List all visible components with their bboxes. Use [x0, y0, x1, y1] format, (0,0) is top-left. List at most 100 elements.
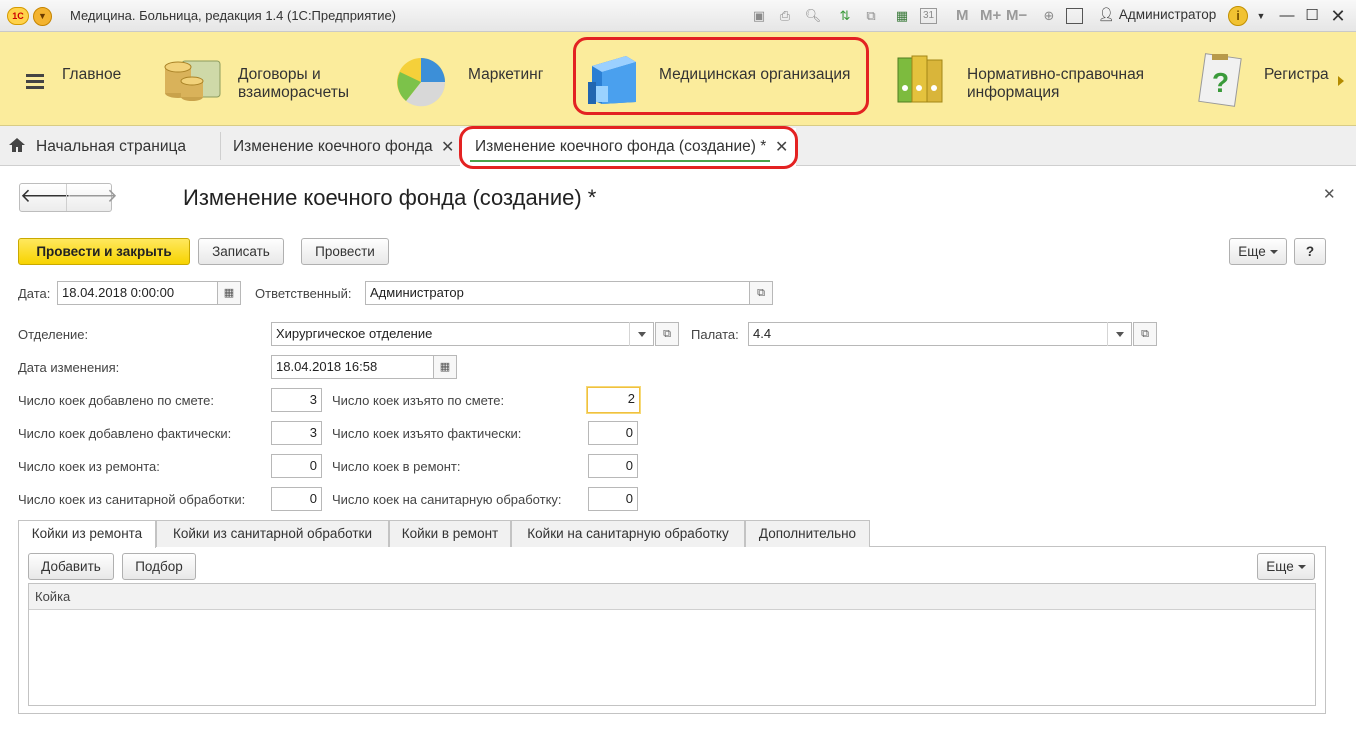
info-dropdown-icon[interactable]: ▼ [1252, 7, 1270, 25]
form-close-icon[interactable]: ✕ [1323, 185, 1336, 203]
tab-additional[interactable]: Дополнительно [745, 520, 870, 547]
added-actual-field[interactable]: 3 [271, 421, 322, 445]
memory-minus-button[interactable]: M− [1006, 7, 1027, 24]
added-actual-label: Число коек добавлено фактически: [18, 426, 232, 441]
pie-chart-icon [397, 58, 446, 107]
home-icon [9, 138, 25, 152]
from-repair-label: Число коек из ремонта: [18, 459, 160, 474]
responsible-field[interactable]: Администратор [365, 281, 750, 305]
more-button[interactable]: Еще [1229, 238, 1287, 265]
forward-arrow-icon[interactable]: 🡒 [67, 184, 118, 211]
post-and-close-button[interactable]: Провести и закрыть [18, 238, 190, 265]
clipboard-question-icon: ? [1198, 53, 1242, 107]
tab-bed-fund-change[interactable]: Изменение коечного фонда [233, 138, 433, 156]
main-menu-icon[interactable]: ▼ [33, 7, 52, 26]
info-icon[interactable]: i [1228, 6, 1248, 26]
preview-icon[interactable]: 🔍︎ [804, 7, 822, 25]
ward-field[interactable]: 4.4 [748, 322, 1132, 346]
date-field[interactable]: 18.04.2018 0:00:00 [57, 281, 218, 305]
highlight-medical-organization [573, 37, 869, 115]
user-name: Администратор [1118, 7, 1217, 22]
coins-icon [164, 60, 221, 101]
to-repair-field[interactable]: 0 [588, 454, 638, 478]
to-sanitary-field[interactable]: 0 [588, 487, 638, 511]
from-sanitary-field[interactable]: 0 [271, 487, 322, 511]
form-title: Изменение коечного фонда (создание) * [183, 185, 597, 210]
date-label: Дата: [18, 286, 51, 301]
favorites-icon[interactable]: ⧉ [862, 7, 880, 25]
column-header-bed[interactable]: Койка [29, 584, 1315, 610]
svg-text:?: ? [1212, 67, 1229, 98]
save-icon[interactable]: ▣ [750, 7, 768, 25]
table-more-caret-icon [1297, 565, 1306, 569]
panel-toggle-icon[interactable] [1066, 8, 1083, 24]
department-open-icon[interactable]: ⧉ [655, 322, 679, 346]
tab-home[interactable]: Начальная страница [8, 137, 186, 161]
tab-beds-from-sanitary[interactable]: Койки из санитарной обработки [156, 520, 389, 547]
section-main[interactable]: Главное [62, 66, 121, 84]
ward-label: Палата: [691, 327, 739, 342]
table-more-label: Еще [1266, 559, 1294, 574]
tab-beds-to-sanitary[interactable]: Койки на санитарную обработку [511, 520, 745, 547]
history-nav: 🡐 🡒 [19, 183, 118, 212]
section-contracts[interactable]: Договоры и взаиморасчеты [238, 66, 378, 102]
beds-table[interactable]: Койка [28, 583, 1316, 706]
ward-dropdown-icon[interactable] [1107, 322, 1131, 346]
from-sanitary-label: Число коек из санитарной обработки: [18, 492, 246, 507]
memory-m-button[interactable]: M [956, 7, 969, 24]
print-icon[interactable]: ⎙ [776, 7, 794, 25]
to-sanitary-label: Число коек на санитарную обработку: [332, 492, 562, 507]
change-date-label: Дата изменения: [18, 360, 120, 375]
post-button[interactable]: Провести [301, 238, 389, 265]
department-dropdown-icon[interactable] [629, 322, 653, 346]
tab-close-icon[interactable]: ✕ [441, 137, 454, 157]
section-registers[interactable]: Регистра [1264, 66, 1340, 84]
window-titlebar: 1С ▼ Медицина. Больница, редакция 1.4 (1… [0, 0, 1356, 32]
calendar-icon[interactable]: 31 [920, 8, 937, 24]
tab-separator [220, 132, 221, 160]
removed-by-estimate-label: Число коек изъято по смете: [332, 393, 505, 408]
save-button[interactable]: Записать [198, 238, 284, 265]
tab-beds-from-repair[interactable]: Койки из ремонта [18, 520, 156, 548]
responsible-label: Ответственный: [255, 286, 352, 301]
removed-actual-field[interactable]: 0 [588, 421, 638, 445]
department-label: Отделение: [18, 327, 89, 342]
removed-by-estimate-field[interactable]: 2 [587, 387, 640, 413]
app-logo-icon: 1С [7, 7, 29, 25]
to-repair-label: Число коек в ремонт: [332, 459, 461, 474]
ward-open-icon[interactable]: ⧉ [1133, 322, 1157, 346]
change-date-calendar-icon[interactable]: ▦ [433, 355, 457, 379]
removed-actual-label: Число коек изъято фактически: [332, 426, 522, 441]
section-reference-info[interactable]: Нормативно-справочная информация [967, 66, 1167, 102]
window-title: Медицина. Больница, редакция 1.4 (1С:Пре… [70, 8, 397, 23]
tab-home-label: Начальная страница [36, 138, 186, 155]
section-marketing[interactable]: Маркетинг [468, 66, 543, 84]
maximize-button[interactable]: ☐ [1301, 5, 1323, 27]
minimize-button[interactable]: — [1276, 5, 1298, 27]
add-row-button[interactable]: Добавить [28, 553, 114, 580]
department-field[interactable]: Хирургическое отделение [271, 322, 654, 346]
pick-button[interactable]: Подбор [122, 553, 196, 580]
zoom-icon[interactable]: ⊕ [1040, 7, 1058, 25]
date-calendar-icon[interactable]: ▦ [217, 281, 241, 305]
from-repair-field[interactable]: 0 [271, 454, 322, 478]
responsible-open-icon[interactable]: ⧉ [749, 281, 773, 305]
more-caret-icon [1269, 250, 1278, 254]
link-icon[interactable]: ⇅ [836, 7, 854, 25]
back-arrow-icon[interactable]: 🡐 [20, 184, 71, 211]
highlight-active-tab [459, 126, 798, 169]
current-user[interactable]: 👤︎ Администратор [1098, 7, 1216, 23]
help-button[interactable]: ? [1294, 238, 1326, 265]
added-by-estimate-field[interactable]: 3 [271, 388, 322, 412]
close-window-button[interactable]: ✕ [1327, 5, 1349, 27]
table-more-button[interactable]: Еще [1257, 553, 1315, 580]
added-by-estimate-label: Число коек добавлено по смете: [18, 393, 214, 408]
change-date-field[interactable]: 18.04.2018 16:58 [271, 355, 434, 379]
sections-scroll-right-icon[interactable] [1338, 76, 1344, 86]
tab-beds-to-repair[interactable]: Койки в ремонт [389, 520, 511, 547]
user-icon: 👤︎ [1098, 7, 1116, 22]
memory-plus-button[interactable]: M+ [980, 7, 1001, 24]
menu-burger-icon[interactable] [26, 74, 44, 92]
binders-icon [897, 55, 943, 103]
calculator-icon[interactable]: ▦ [893, 7, 911, 25]
